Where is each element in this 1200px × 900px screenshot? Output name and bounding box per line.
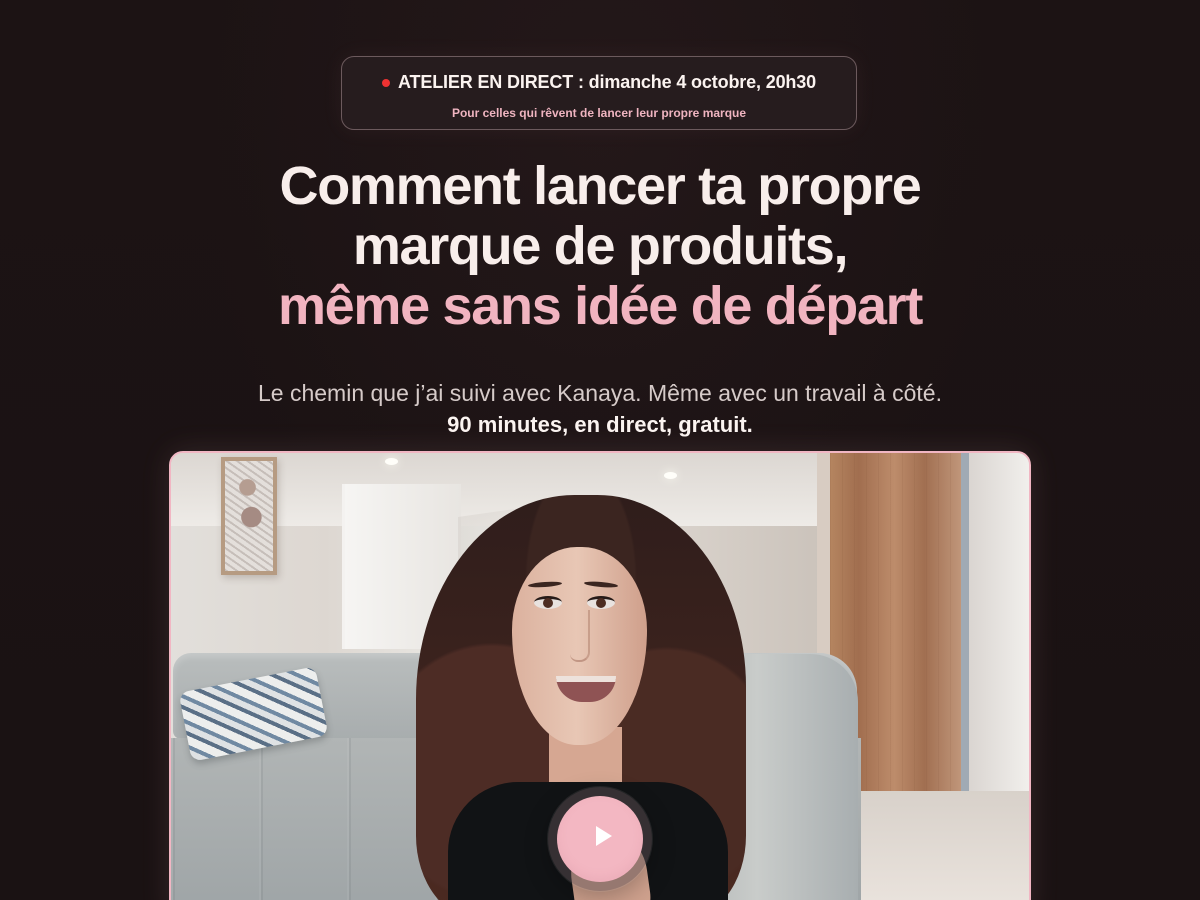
play-video-button[interactable] bbox=[548, 787, 652, 891]
host-left-eye bbox=[534, 596, 562, 609]
page-headline: Comment lancer ta propre marque de produ… bbox=[130, 156, 1070, 336]
live-workshop-label: ATELIER EN DIRECT : bbox=[397, 72, 584, 92]
host-right-eye bbox=[587, 596, 615, 609]
video-thumbnail bbox=[171, 453, 1029, 900]
live-workshop-date: dimanche 4 octobre, 20h30 bbox=[583, 72, 816, 92]
ceiling-light bbox=[664, 472, 677, 479]
ceiling-light bbox=[385, 458, 398, 465]
hero-description: Le chemin que j’ai suivi avec Kanaya. Mê… bbox=[258, 380, 942, 406]
live-workshop-badge: ATELIER EN DIRECT : dimanche 4 octobre, … bbox=[341, 56, 857, 130]
audience-text: Pour celles qui rêvent de lancer leur pr… bbox=[451, 106, 747, 120]
workshop-landing-page: ATELIER EN DIRECT : dimanche 4 octobre, … bbox=[0, 0, 1200, 900]
live-status-icon bbox=[381, 79, 390, 87]
event-details: 90 minutes, en direct, gratuit. bbox=[447, 412, 753, 437]
host-nose bbox=[570, 610, 590, 662]
headline-highlight: même sans idée de départ bbox=[277, 276, 923, 336]
headline-line-1: Comment lancer ta propre bbox=[279, 156, 922, 216]
play-button-circle bbox=[557, 796, 643, 882]
headline-line-2: marque de produits, bbox=[352, 216, 849, 276]
play-icon bbox=[596, 826, 612, 846]
wall-artwork bbox=[221, 457, 277, 575]
video-player[interactable] bbox=[169, 451, 1031, 900]
live-workshop-heading: ATELIER EN DIRECT : dimanche 4 octobre, … bbox=[342, 70, 856, 94]
